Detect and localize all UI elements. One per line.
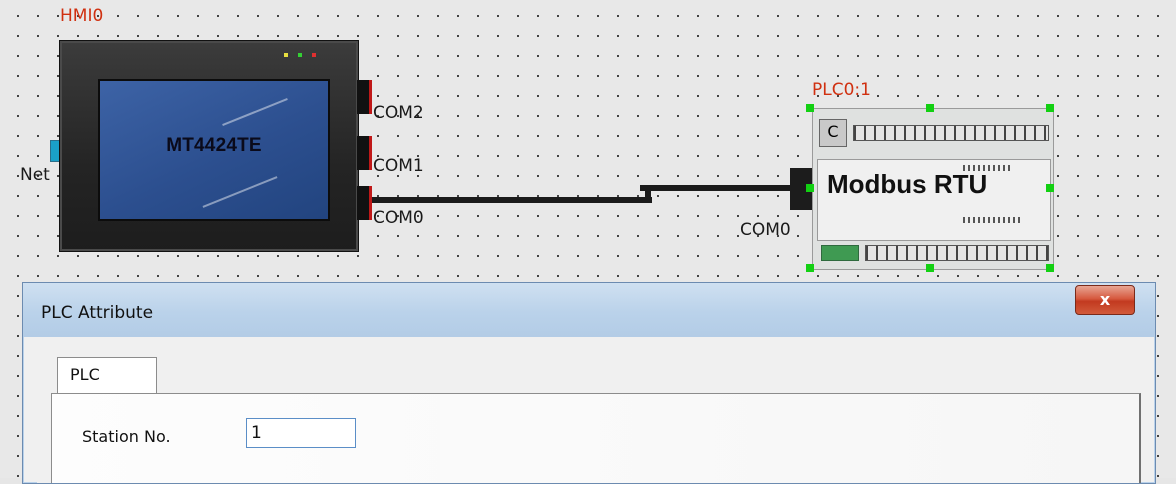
selection-handle[interactable] xyxy=(926,104,934,112)
selection-handle[interactable] xyxy=(1046,264,1054,272)
cable-joint xyxy=(645,185,651,203)
status-led-icon xyxy=(298,53,302,57)
net-label: Net xyxy=(20,165,50,185)
com1-port[interactable] xyxy=(357,136,372,170)
tab-plc[interactable]: PLC xyxy=(57,357,157,393)
selection-handle[interactable] xyxy=(806,184,814,192)
com1-label: COM1 xyxy=(373,156,424,176)
close-button[interactable]: x xyxy=(1075,285,1135,315)
status-led-icon xyxy=(312,53,316,57)
selection-handle[interactable] xyxy=(1046,104,1054,112)
terminal-row-top xyxy=(853,125,1049,141)
hmi-device[interactable]: MT4424TE xyxy=(59,40,359,252)
com0-port[interactable] xyxy=(357,186,372,220)
selection-handle[interactable] xyxy=(806,104,814,112)
terminal-row-bottom xyxy=(865,245,1049,261)
tab-panel-plc: Station No. xyxy=(51,393,1141,483)
screen-gloss xyxy=(202,176,278,208)
dialog-content: PLC Station No. xyxy=(37,337,1141,483)
status-led-icon xyxy=(284,53,288,57)
selection-handle[interactable] xyxy=(926,264,934,272)
plc-name-label: PLC0:1 xyxy=(812,80,871,100)
plc-bottom-green xyxy=(821,245,859,261)
hmi-name-label: HMI0 xyxy=(60,6,104,26)
hmi-screen: MT4424TE xyxy=(98,79,330,221)
cable-segment[interactable] xyxy=(640,185,800,191)
com2-port[interactable] xyxy=(357,80,372,114)
dialog-titlebar[interactable]: PLC Attribute x xyxy=(23,283,1155,337)
plc-device[interactable]: C Modbus RTU xyxy=(812,108,1054,270)
dialog-title: PLC Attribute xyxy=(41,303,154,323)
cable-segment[interactable] xyxy=(372,197,652,203)
selection-handle[interactable] xyxy=(806,264,814,272)
com2-label: COM2 xyxy=(373,103,424,123)
station-no-input[interactable] xyxy=(246,418,356,448)
plc-indicator-row xyxy=(963,217,1023,223)
station-no-label: Station No. xyxy=(82,427,171,446)
plc-protocol-label: Modbus RTU xyxy=(827,169,988,199)
plc-com0-label: COM0 xyxy=(740,220,791,240)
com0-label: COM0 xyxy=(373,208,424,228)
plc-attribute-dialog: PLC Attribute x PLC Station No. xyxy=(22,282,1156,484)
selection-handle[interactable] xyxy=(1046,184,1054,192)
hmi-model-label: MT4424TE xyxy=(166,135,262,156)
close-icon: x xyxy=(1099,290,1111,309)
screen-gloss xyxy=(222,97,288,127)
plc-top-block: C xyxy=(819,119,847,147)
